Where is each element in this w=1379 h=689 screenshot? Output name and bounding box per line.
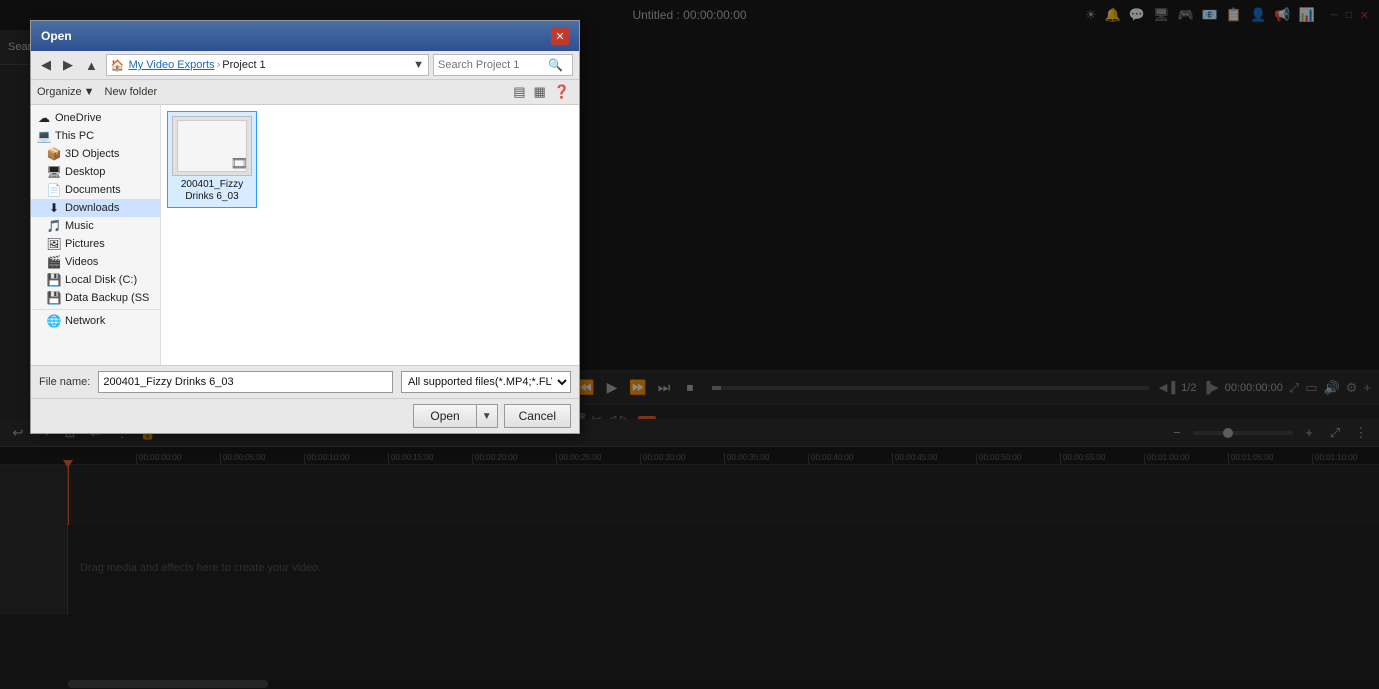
open-button[interactable]: Open	[413, 404, 475, 428]
search-button[interactable]: 🔍	[548, 58, 563, 72]
dialog-titlebar: Open ✕	[31, 21, 579, 51]
filmstrip-icon-0: 🎞	[230, 155, 248, 172]
downloads-icon: ⬇	[47, 201, 61, 215]
3dobjects-icon: 📦	[47, 147, 61, 161]
nav-item-label-3dobjects: 3D Objects	[65, 148, 119, 160]
nav-item-onedrive[interactable]: ☁ OneDrive	[31, 109, 160, 127]
nav-item-localdisk[interactable]: 💾 Local Disk (C:)	[31, 271, 160, 289]
nav-item-thispc[interactable]: 💻 This PC	[31, 127, 160, 145]
dialog-overlay: Open ✕ ◀ ▶ ▲ 🏠 My Video Exports › Projec…	[0, 0, 1379, 689]
view-help-button[interactable]: ❓	[551, 83, 573, 101]
up-button[interactable]: ▲	[81, 56, 102, 75]
search-input[interactable]	[438, 59, 548, 71]
breadcrumb-item-0[interactable]: My Video Exports	[129, 59, 215, 71]
onedrive-icon: ☁	[37, 111, 51, 125]
nav-item-label-videos: Videos	[65, 256, 98, 268]
music-icon: 🎵	[47, 219, 61, 233]
localdisk-icon: 💾	[47, 273, 61, 287]
nav-item-databackup[interactable]: 💾 Data Backup (SS	[31, 289, 160, 307]
nav-item-label-music: Music	[65, 220, 94, 232]
dialog-left-options: Organize ▼ New folder	[37, 86, 157, 98]
breadcrumb-sep: ›	[217, 59, 221, 71]
thispc-icon: 💻	[37, 129, 51, 143]
nav-item-label-desktop: Desktop	[65, 166, 105, 178]
file-label-0: 200401_FizzyDrinks 6_03	[181, 179, 243, 203]
nav-item-label-downloads: Downloads	[65, 202, 119, 214]
nav-item-documents[interactable]: 📄 Documents	[31, 181, 160, 199]
file-item-0[interactable]: 🎞 200401_FizzyDrinks 6_03	[167, 111, 257, 208]
back-button[interactable]: ◀	[37, 55, 55, 75]
nav-item-label-thispc: This PC	[55, 130, 94, 142]
open-button-wrap: Open ▼	[413, 404, 497, 428]
nav-item-music[interactable]: 🎵 Music	[31, 217, 160, 235]
nav-item-videos[interactable]: 🎬 Videos	[31, 253, 160, 271]
filename-input[interactable]	[98, 371, 393, 393]
forward-button[interactable]: ▶	[59, 55, 77, 75]
nav-divider	[31, 309, 160, 310]
documents-icon: 📄	[47, 183, 61, 197]
desktop-icon: 🖥	[47, 165, 61, 179]
dialog-body: ☁ OneDrive 💻 This PC 📦 3D Objects 🖥 Desk…	[31, 105, 579, 365]
view-buttons: ▤ ▦ ❓	[510, 83, 573, 101]
dialog-options: Organize ▼ New folder ▤ ▦ ❓	[31, 80, 579, 105]
nav-item-downloads[interactable]: ⬇ Downloads	[31, 199, 160, 217]
cancel-button[interactable]: Cancel	[504, 404, 571, 428]
new-folder-button[interactable]: New folder	[105, 86, 158, 98]
nav-item-label-pictures: Pictures	[65, 238, 105, 250]
pictures-icon: 🖼	[47, 237, 61, 251]
dialog-filename-row: File name: All supported files(*.MP4;*.F…	[31, 365, 579, 398]
dialog-buttons-row: Open ▼ Cancel	[31, 398, 579, 433]
nav-item-3dobjects[interactable]: 📦 3D Objects	[31, 145, 160, 163]
nav-item-label-onedrive: OneDrive	[55, 112, 101, 124]
breadcrumb-area: 🏠 My Video Exports › Project 1 ▼	[106, 54, 429, 76]
breadcrumb-item-1[interactable]: Project 1	[222, 59, 265, 71]
organize-label: Organize	[37, 86, 82, 98]
view-list-button[interactable]: ▤	[510, 83, 528, 101]
filename-label: File name:	[39, 376, 90, 388]
search-box: 🔍	[433, 54, 573, 76]
nav-item-network[interactable]: 🌐 Network	[31, 312, 160, 330]
databackup-icon: 💾	[47, 291, 61, 305]
network-icon: 🌐	[47, 314, 61, 328]
view-grid-button[interactable]: ▦	[531, 83, 549, 101]
dialog-title: Open	[41, 29, 72, 43]
breadcrumb-dropdown[interactable]: ▼	[413, 59, 424, 71]
open-dialog: Open ✕ ◀ ▶ ▲ 🏠 My Video Exports › Projec…	[30, 20, 580, 434]
organize-arrow: ▼	[84, 86, 95, 98]
nav-item-label-documents: Documents	[65, 184, 121, 196]
videos-icon: 🎬	[47, 255, 61, 269]
dialog-toolbar: ◀ ▶ ▲ 🏠 My Video Exports › Project 1 ▼ 🔍	[31, 51, 579, 80]
dialog-close-button[interactable]: ✕	[551, 27, 569, 45]
organize-button[interactable]: Organize ▼	[37, 86, 95, 98]
nav-item-label-localdisk: Local Disk (C:)	[65, 274, 137, 286]
dialog-files-area: 🎞 200401_FizzyDrinks 6_03	[161, 105, 579, 365]
nav-item-desktop[interactable]: 🖥 Desktop	[31, 163, 160, 181]
open-arrow-button[interactable]: ▼	[476, 404, 498, 428]
dialog-nav: ☁ OneDrive 💻 This PC 📦 3D Objects 🖥 Desk…	[31, 105, 161, 365]
breadcrumb-home-icon: 🏠	[111, 59, 125, 72]
file-thumbnail-0: 🎞	[172, 116, 252, 176]
nav-item-label-databackup: Data Backup (SS	[65, 292, 149, 304]
nav-item-label-network: Network	[65, 315, 105, 327]
nav-item-pictures[interactable]: 🖼 Pictures	[31, 235, 160, 253]
filetype-select[interactable]: All supported files(*.MP4;*.FLV;	[401, 371, 571, 393]
